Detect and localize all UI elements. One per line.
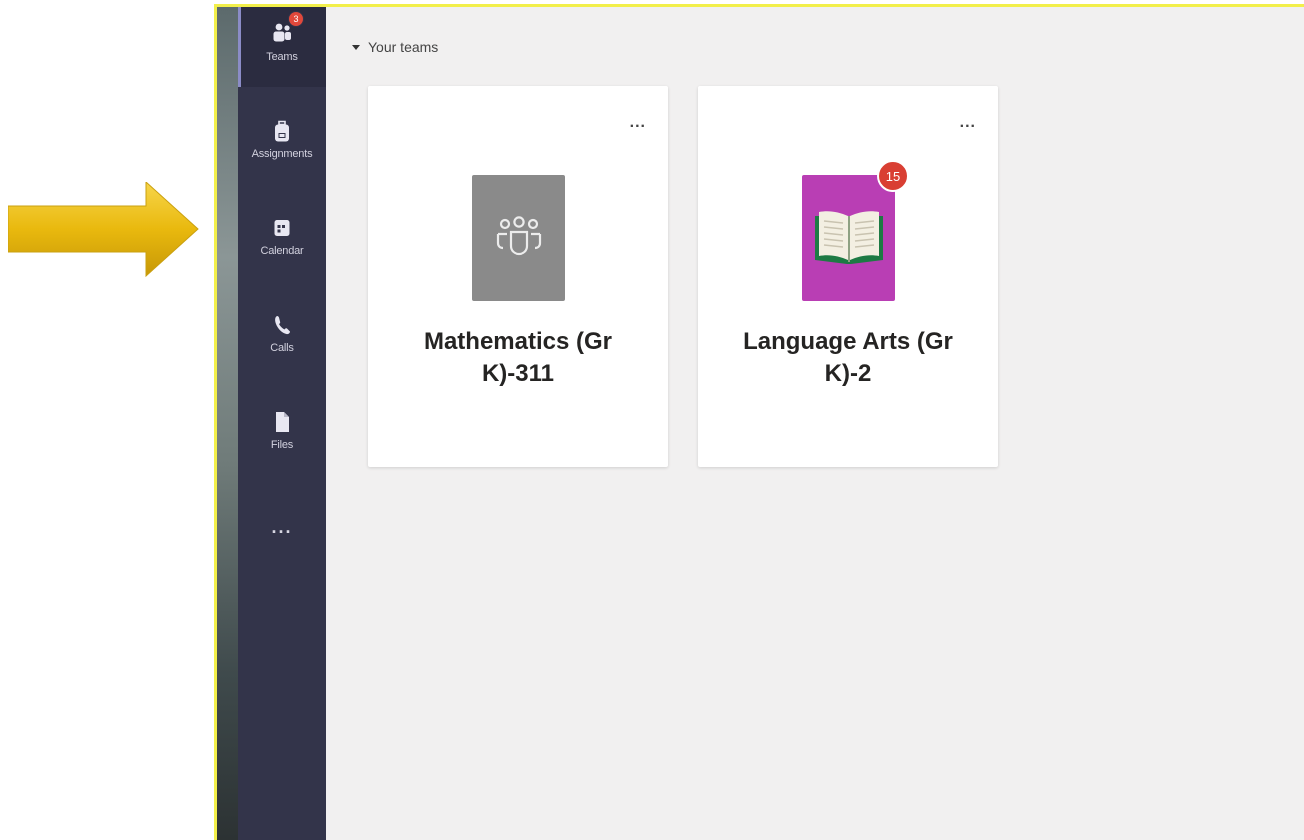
team-avatar: [472, 175, 565, 301]
calendar-icon: [269, 215, 295, 241]
pointer-arrow-icon: [8, 182, 199, 278]
rail-item-calendar[interactable]: Calendar: [238, 201, 326, 281]
main-content: Your teams ... Mathematics (Gr K)-311 ..…: [326, 7, 1304, 840]
your-teams-label: Your teams: [368, 39, 439, 55]
your-teams-header[interactable]: Your teams: [352, 39, 438, 55]
rail-label-teams: Teams: [266, 51, 298, 63]
more-options-icon[interactable]: ...: [630, 114, 646, 132]
rail-item-calls[interactable]: Calls: [238, 298, 326, 378]
notification-badge: 15: [877, 160, 909, 192]
people-icon: [496, 216, 541, 256]
rail-item-files[interactable]: Files: [238, 395, 326, 475]
rail-label-calendar: Calendar: [260, 245, 304, 257]
teams-badge: 3: [288, 11, 304, 27]
backpack-icon: [269, 118, 295, 144]
rail-more-button[interactable]: ...: [238, 517, 326, 538]
team-avatar: [802, 175, 895, 301]
more-options-icon[interactable]: ...: [960, 114, 976, 132]
team-name: Language Arts (Gr K)-2: [743, 328, 953, 387]
app-rail: 3 Teams Assignments Calendar Calls Files…: [238, 7, 326, 840]
team-card-language-arts[interactable]: ... 15 Language Arts (Gr K)-2: [698, 86, 998, 467]
file-icon: [269, 409, 295, 435]
chevron-down-icon: [352, 44, 360, 50]
rail-item-assignments[interactable]: Assignments: [238, 104, 326, 184]
teams-icon: 3: [269, 11, 304, 47]
app-window: 3 Teams Assignments Calendar Calls Files…: [214, 4, 1304, 840]
team-name: Mathematics (Gr K)-311: [423, 328, 613, 387]
rail-label-assignments: Assignments: [251, 148, 313, 160]
book-icon: [814, 211, 883, 264]
rail-item-teams[interactable]: 3 Teams: [238, 7, 326, 87]
rail-label-calls: Calls: [270, 342, 294, 354]
background-strip: [217, 7, 238, 840]
rail-label-files: Files: [270, 439, 294, 451]
team-card-mathematics[interactable]: ... Mathematics (Gr K)-311: [368, 86, 668, 467]
phone-icon: [269, 312, 295, 338]
